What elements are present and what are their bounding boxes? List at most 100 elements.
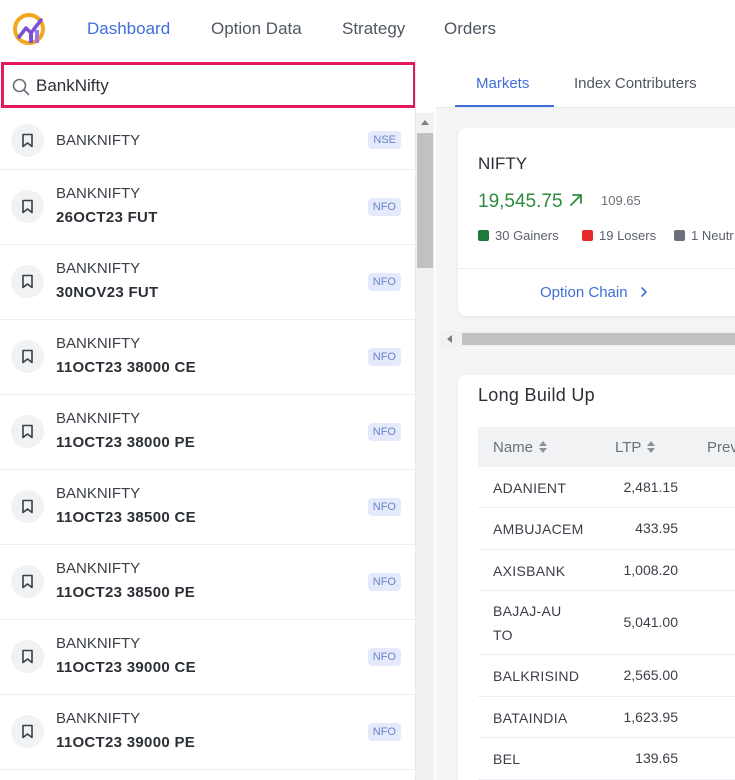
list-item[interactable]: BANKNIFTY 11OCT23 39000 CE NFO bbox=[0, 620, 415, 695]
table-row[interactable]: AXISBANK 1,008.20 bbox=[478, 550, 735, 591]
losers-count: 19 Losers bbox=[599, 228, 657, 243]
nav-dashboard[interactable]: Dashboard bbox=[87, 19, 170, 39]
section-title: Long Build Up bbox=[478, 385, 595, 405]
exchange-badge: NFO bbox=[367, 273, 401, 291]
neutral-swatch bbox=[674, 230, 685, 241]
list-item[interactable]: BANKNIFTY 11OCT23 39000 PE NFO bbox=[0, 695, 415, 770]
index-price: 19,545.75 bbox=[478, 191, 563, 212]
bookmark-icon bbox=[22, 724, 33, 739]
list-item[interactable]: BANKNIFTY 11OCT23 38500 PE NFO bbox=[0, 545, 415, 620]
gainers-swatch bbox=[478, 230, 489, 241]
sort-icon[interactable] bbox=[538, 440, 548, 454]
table-row[interactable]: AMBUJACEM 433.95 bbox=[478, 508, 735, 550]
result-contract: 30NOV23 FUT bbox=[56, 284, 159, 301]
table-row[interactable]: BEL 139.65 bbox=[478, 738, 735, 780]
list-item[interactable]: BANKNIFTY 30NOV23 FUT NFO bbox=[0, 245, 415, 320]
nav-orders[interactable]: Orders bbox=[444, 19, 496, 39]
bookmark-button[interactable] bbox=[11, 415, 44, 448]
stock-name: BAJAJ-AUTO bbox=[493, 603, 562, 643]
stock-name: BEL bbox=[493, 751, 521, 767]
search-box[interactable] bbox=[1, 62, 415, 108]
losers-legend: 19 Losers bbox=[582, 228, 656, 243]
result-contract: 26OCT23 FUT bbox=[56, 209, 158, 226]
search-icon bbox=[12, 78, 30, 96]
nav-option-data[interactable]: Option Data bbox=[211, 19, 302, 39]
scrollbar-thumb[interactable] bbox=[462, 333, 735, 345]
result-symbol: BANKNIFTY bbox=[56, 335, 141, 352]
column-label: LTP bbox=[615, 439, 642, 456]
scrollbar-thumb[interactable] bbox=[417, 133, 433, 268]
stock-name: BATAINDIA bbox=[493, 710, 568, 726]
tab-bar: Markets Index Contributers bbox=[436, 60, 735, 108]
list-item[interactable]: BANKNIFTY 11OCT23 38000 CE NFO bbox=[0, 320, 415, 395]
gainers-count: 30 Gainers bbox=[495, 228, 559, 243]
card-divider bbox=[458, 268, 735, 269]
bookmark-button[interactable] bbox=[11, 340, 44, 373]
table-row[interactable]: ADANIENT 2,481.15 bbox=[478, 467, 735, 508]
bookmark-icon bbox=[22, 349, 33, 364]
exchange-badge: NFO bbox=[367, 198, 401, 216]
result-symbol: BANKNIFTY bbox=[56, 710, 141, 727]
sort-icon[interactable] bbox=[646, 440, 656, 454]
result-contract: 11OCT23 39000 PE bbox=[56, 734, 196, 751]
table-row[interactable]: BATAINDIA 1,623.95 bbox=[478, 697, 735, 738]
column-header-prev[interactable]: Prev bbox=[707, 439, 735, 456]
stock-ltp: 1,623.95 bbox=[623, 709, 679, 725]
result-symbol: BANKNIFTY bbox=[56, 260, 141, 277]
search-input[interactable] bbox=[36, 71, 396, 101]
bookmark-button[interactable] bbox=[11, 640, 44, 673]
bookmark-icon bbox=[22, 499, 33, 514]
list-item[interactable]: BANKNIFTY 11OCT23 38500 CE NFO bbox=[0, 470, 415, 545]
list-item[interactable]: BANKNIFTY 11OCT23 38000 PE NFO bbox=[0, 395, 415, 470]
option-chain-label: Option Chain bbox=[540, 284, 628, 301]
result-symbol: BANKNIFTY bbox=[56, 560, 141, 577]
column-label: Name bbox=[493, 439, 534, 456]
stock-name: BALKRISIND bbox=[493, 668, 580, 684]
list-item[interactable]: BANKNIFTY NSE bbox=[0, 112, 415, 170]
neutral-legend: 1 Neutr bbox=[674, 228, 734, 243]
results-scrollbar[interactable] bbox=[416, 113, 434, 780]
stock-ltp: 5,041.00 bbox=[623, 614, 679, 630]
tab-index-contributers[interactable]: Index Contributers bbox=[574, 75, 697, 92]
active-tab-indicator bbox=[455, 105, 554, 107]
result-contract: 11OCT23 38000 PE bbox=[56, 434, 196, 451]
bookmark-button[interactable] bbox=[11, 265, 44, 298]
table-row[interactable]: BAJAJ-AUTO 5,041.00 bbox=[478, 591, 735, 655]
exchange-badge: NFO bbox=[367, 648, 401, 666]
list-item[interactable]: BANKNIFTY 26OCT23 FUT NFO bbox=[0, 170, 415, 245]
bookmark-button[interactable] bbox=[11, 565, 44, 598]
result-contract: 11OCT23 38500 PE bbox=[56, 584, 196, 601]
tab-markets[interactable]: Markets bbox=[476, 75, 529, 92]
table-header: Name LTP Prev bbox=[478, 427, 735, 467]
stock-name: AMBUJACEM bbox=[493, 521, 584, 537]
bookmark-button[interactable] bbox=[11, 490, 44, 523]
long-build-up-card: Long Build Up Name LTP Prev ADANIENT 2,4… bbox=[458, 375, 735, 780]
scroll-up-icon[interactable] bbox=[421, 120, 429, 125]
option-chain-link[interactable]: Option Chain bbox=[540, 284, 649, 301]
cards-scrollbar[interactable] bbox=[440, 331, 735, 347]
column-header-ltp[interactable]: LTP bbox=[615, 439, 656, 456]
bookmark-button[interactable] bbox=[11, 124, 44, 157]
table-row[interactable]: BALKRISIND 2,565.00 bbox=[478, 655, 735, 697]
bookmark-button[interactable] bbox=[11, 715, 44, 748]
result-symbol: BANKNIFTY bbox=[56, 485, 141, 502]
nav-strategy[interactable]: Strategy bbox=[342, 19, 405, 39]
index-change: 109.65 bbox=[601, 193, 641, 208]
bookmark-icon bbox=[22, 133, 33, 148]
scroll-left-icon[interactable] bbox=[447, 335, 452, 343]
table-body: ADANIENT 2,481.15 AMBUJACEM 433.95 AXISB… bbox=[478, 467, 735, 780]
chevron-right-icon bbox=[640, 287, 647, 297]
neutral-count: 1 Neutr bbox=[691, 228, 734, 243]
exchange-badge: NFO bbox=[367, 423, 401, 441]
result-symbol: BANKNIFTY bbox=[56, 410, 141, 427]
exchange-badge: NFO bbox=[367, 573, 401, 591]
column-header-name[interactable]: Name bbox=[493, 439, 548, 456]
exchange-badge: NSE bbox=[368, 131, 401, 149]
bookmark-icon bbox=[22, 574, 33, 589]
stock-ltp: 2,565.00 bbox=[623, 667, 679, 683]
stock-ltp: 433.95 bbox=[635, 520, 678, 536]
markets-panel: Markets Index Contributers NIFTY 19,545.… bbox=[436, 60, 735, 780]
app-logo[interactable] bbox=[12, 12, 46, 46]
gainers-legend: 30 Gainers bbox=[478, 228, 559, 243]
bookmark-button[interactable] bbox=[11, 190, 44, 223]
